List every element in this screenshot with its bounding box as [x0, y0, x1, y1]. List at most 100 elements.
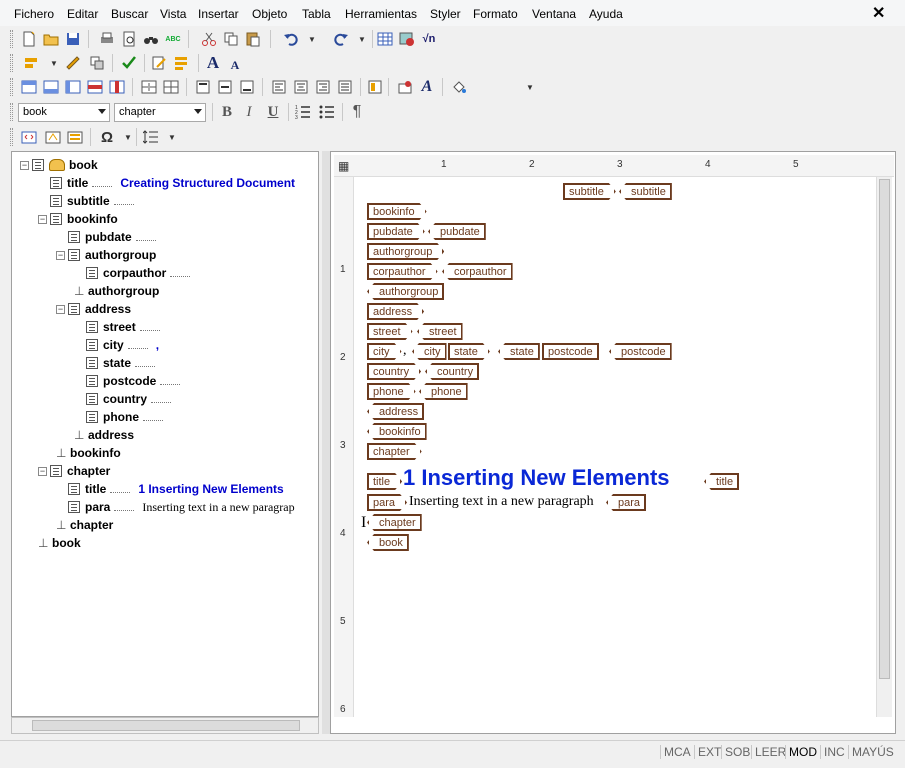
align-cell-top-icon[interactable]	[194, 78, 212, 96]
tag-country-open[interactable]: country	[367, 363, 421, 380]
tag-state-close[interactable]: state	[498, 343, 540, 360]
tree-node-chapter-title[interactable]: title 1 Inserting New Elements	[68, 480, 284, 498]
tree-node-authorgroup-end[interactable]: ⊥ authorgroup	[74, 282, 159, 300]
style-select[interactable]: book	[18, 103, 110, 122]
align-justify-icon[interactable]	[336, 78, 354, 96]
undo-dropdown-icon[interactable]: ▼	[308, 35, 316, 44]
align-left-icon[interactable]	[270, 78, 288, 96]
menu-ayuda[interactable]: Ayuda	[589, 7, 623, 21]
align-cell-bottom-icon[interactable]	[238, 78, 256, 96]
toolbar-grip[interactable]	[10, 54, 13, 72]
tag-para-open[interactable]: para	[367, 494, 407, 511]
menu-formato[interactable]: Formato	[473, 7, 518, 21]
panel-splitter[interactable]	[322, 151, 330, 734]
tag-chapter-close[interactable]: chapter	[367, 514, 422, 531]
menu-styler[interactable]: Styler	[430, 7, 461, 21]
find-binoculars-icon[interactable]	[142, 30, 160, 48]
tag-para-close[interactable]: para	[606, 494, 647, 511]
tag-phone-close[interactable]: phone	[419, 383, 468, 400]
align-center-icon[interactable]	[292, 78, 310, 96]
decrease-font-icon[interactable]: A	[226, 56, 244, 74]
cut-scissors-icon[interactable]	[200, 30, 218, 48]
tree-node-phone[interactable]: phone	[86, 408, 163, 426]
insert-markup-icon[interactable]	[20, 128, 38, 146]
tree-node-chapter[interactable]: − chapter	[38, 462, 110, 480]
toolbar-grip[interactable]	[10, 78, 13, 96]
tree-node-street[interactable]: street	[86, 318, 160, 336]
split-element-icon[interactable]	[88, 54, 106, 72]
delete-row-icon[interactable]	[86, 78, 104, 96]
insert-processing-instruction-icon[interactable]	[66, 128, 84, 146]
collapse-toggle-icon[interactable]: −	[38, 466, 47, 476]
tag-country-close[interactable]: country	[425, 363, 480, 380]
open-folder-icon[interactable]	[42, 30, 60, 48]
redo-dropdown-icon[interactable]: ▼	[358, 35, 366, 44]
table-properties-icon[interactable]	[396, 78, 414, 96]
collapse-toggle-icon[interactable]: −	[20, 160, 29, 170]
collapse-toggle-icon[interactable]: −	[38, 214, 47, 224]
tree-node-book-end[interactable]: ⊥ book	[38, 534, 81, 552]
tree-node-bookinfo-end[interactable]: ⊥ bookinfo	[56, 444, 121, 462]
toolbar-grip[interactable]	[10, 30, 13, 48]
collapse-toggle-icon[interactable]: −	[56, 250, 65, 260]
show-formatting-pilcrow-icon[interactable]: ¶	[348, 103, 366, 121]
insert-column-left-icon[interactable]	[64, 78, 82, 96]
tree-node-authorgroup[interactable]: − authorgroup	[56, 246, 156, 264]
tree-node-book[interactable]: − book	[20, 156, 98, 174]
bold-button[interactable]: B	[218, 103, 236, 121]
line-spacing-dropdown-icon[interactable]: ▼	[168, 133, 176, 142]
tag-street-open[interactable]: street	[367, 323, 413, 340]
element-select[interactable]: chapter	[114, 103, 206, 122]
paragraph-text[interactable]: Inserting text in a new paragraph	[409, 494, 594, 510]
print-icon[interactable]	[98, 30, 116, 48]
tag-bookinfo-close[interactable]: bookinfo	[367, 423, 427, 440]
insert-image-icon[interactable]	[398, 30, 416, 48]
tag-state-open[interactable]: state	[448, 343, 490, 360]
document-vertical-scrollbar[interactable]	[876, 177, 892, 717]
character-format-icon[interactable]: A	[418, 78, 436, 96]
tag-authorgroup-close[interactable]: authorgroup	[367, 283, 445, 300]
bulleted-list-icon[interactable]	[318, 103, 336, 121]
tag-bookinfo-open[interactable]: bookinfo	[367, 203, 427, 220]
change-element-icon[interactable]	[64, 54, 82, 72]
menu-tabla[interactable]: Tabla	[302, 7, 331, 21]
tree-node-city[interactable]: city ,	[86, 336, 159, 354]
tag-pubdate-open[interactable]: pubdate	[367, 223, 425, 240]
horizontal-ruler[interactable]: ▦ 1 2 3 4 5	[334, 155, 894, 177]
tree-node-postcode[interactable]: postcode	[86, 372, 181, 390]
tag-chapter-open[interactable]: chapter	[367, 443, 422, 460]
line-spacing-icon[interactable]	[142, 128, 160, 146]
tree-node-title[interactable]: title Creating Structured Document	[50, 174, 295, 192]
tree-node-address-end[interactable]: ⊥ address	[74, 426, 134, 444]
tree-node-country[interactable]: country	[86, 390, 172, 408]
tree-node-pubdate[interactable]: pubdate	[68, 228, 156, 246]
spellcheck-icon[interactable]: ABC	[164, 30, 182, 48]
menu-fichero[interactable]: Fichero	[14, 7, 54, 21]
ruler-corner-icon[interactable]: ▦	[338, 159, 349, 173]
menu-herramientas[interactable]: Herramientas	[345, 7, 417, 21]
insert-table-icon[interactable]	[376, 30, 394, 48]
tag-city-close[interactable]: city	[412, 343, 447, 360]
insert-row-above-icon[interactable]	[20, 78, 38, 96]
merge-cells-icon[interactable]	[140, 78, 158, 96]
split-cells-icon[interactable]	[162, 78, 180, 96]
numbered-list-icon[interactable]: 123	[294, 103, 312, 121]
tag-authorgroup-open[interactable]: authorgroup	[367, 243, 444, 260]
menu-ventana[interactable]: Ventana	[532, 7, 576, 21]
insert-equation-icon[interactable]: √n	[420, 30, 438, 48]
tag-city-open[interactable]: city	[367, 343, 402, 360]
tag-subtitle-close[interactable]: subtitle	[619, 183, 672, 200]
element-list-icon[interactable]	[172, 54, 190, 72]
close-document-button[interactable]: ✕	[872, 3, 885, 23]
fill-color-icon[interactable]	[450, 78, 468, 96]
tag-corpauthor-close[interactable]: corpauthor	[442, 263, 513, 280]
menu-objeto[interactable]: Objeto	[252, 7, 287, 21]
tag-corpauthor-open[interactable]: corpauthor	[367, 263, 438, 280]
chapter-heading[interactable]: 1 Inserting New Elements	[403, 465, 670, 491]
edit-attributes-icon[interactable]	[150, 54, 168, 72]
collapse-toggle-icon[interactable]: −	[56, 304, 65, 314]
tag-phone-open[interactable]: phone	[367, 383, 416, 400]
insert-row-below-icon[interactable]	[42, 78, 60, 96]
tag-pubdate-close[interactable]: pubdate	[428, 223, 486, 240]
tree-node-state[interactable]: state	[86, 354, 156, 372]
